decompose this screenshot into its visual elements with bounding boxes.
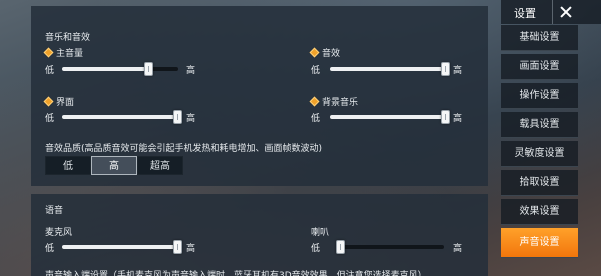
diamond-icon <box>309 96 320 107</box>
microphone-slider[interactable] <box>62 240 182 254</box>
sound-quality-description: 音效品质(高品质音效可能会引起手机发热和耗电增加、画面帧数波动) <box>45 144 323 154</box>
interface-slider[interactable] <box>62 110 182 124</box>
range-min-label: 低 <box>311 244 321 254</box>
slider-fill <box>330 67 448 71</box>
slider-fill <box>330 115 448 119</box>
master-volume-slider[interactable] <box>62 62 178 76</box>
range-max-label: 高 <box>453 114 463 124</box>
range-min-label: 低 <box>45 244 55 254</box>
sound-quality-selector: 低 高 超高 <box>45 156 183 175</box>
slider-label-interface: 界面 <box>43 95 74 108</box>
section-title-voice: 语音 <box>45 206 64 216</box>
range-min-label: 低 <box>45 114 55 124</box>
section-title-music: 音乐和音效 <box>45 33 91 43</box>
range-max-label: 高 <box>186 114 196 124</box>
range-max-label: 高 <box>186 244 196 254</box>
range-min-label: 低 <box>311 66 321 76</box>
diamond-icon <box>309 47 320 58</box>
range-max-label: 高 <box>453 244 463 254</box>
sidebar-item-effects[interactable]: 效果设置 <box>501 199 578 225</box>
slider-handle[interactable] <box>441 62 450 76</box>
range-max-label: 高 <box>453 66 463 76</box>
sidebar-item-sound[interactable]: 声音设置 <box>501 228 578 258</box>
sidebar-header: 设置 <box>501 0 601 24</box>
sidebar-item-sensitivity[interactable]: 灵敏度设置 <box>501 141 578 167</box>
sidebar-item-vehicle[interactable]: 载具设置 <box>501 112 578 138</box>
slider-fill <box>62 115 180 119</box>
speaker-slider[interactable] <box>336 240 444 254</box>
quality-option-ultra[interactable]: 超高 <box>137 156 183 175</box>
slider-fill <box>62 67 149 71</box>
sound-effects-slider[interactable] <box>330 62 450 76</box>
slider-handle[interactable] <box>336 240 345 254</box>
diamond-icon <box>43 96 54 107</box>
sidebar-item-basic[interactable]: 基础设置 <box>501 25 578 51</box>
slider-handle[interactable] <box>441 110 450 124</box>
slider-label-speaker: 喇叭 <box>311 228 330 238</box>
voice-settings-panel <box>31 194 488 276</box>
slider-handle[interactable] <box>173 110 182 124</box>
range-max-label: 高 <box>186 66 196 76</box>
diamond-icon <box>43 47 54 58</box>
close-icon[interactable] <box>552 0 578 24</box>
sidebar-item-graphics[interactable]: 画面设置 <box>501 54 578 80</box>
settings-title: 设置 <box>514 7 536 20</box>
input-device-setting-text: 声音输入端设置（手机麦克风为声音输入端时，蓝牙耳机有3D音效效果，但注意您选择麦… <box>45 271 427 276</box>
range-min-label: 低 <box>311 114 321 124</box>
slider-handle[interactable] <box>144 62 153 76</box>
quality-option-low[interactable]: 低 <box>45 156 91 175</box>
settings-sidebar: 设置 基础设置 画面设置 操作设置 载具设置 灵敏度设置 拾取设置 效果设置 声… <box>501 0 601 276</box>
slider-fill <box>62 245 180 249</box>
sidebar-item-controls[interactable]: 操作设置 <box>501 83 578 109</box>
background-music-slider[interactable] <box>330 110 450 124</box>
quality-option-high[interactable]: 高 <box>91 156 137 175</box>
slider-label-sound-effects: 音效 <box>309 46 340 59</box>
slider-label-background-music: 背景音乐 <box>309 95 358 108</box>
sidebar-item-pickup[interactable]: 拾取设置 <box>501 170 578 196</box>
range-min-label: 低 <box>45 66 55 76</box>
slider-handle[interactable] <box>173 240 182 254</box>
slider-label-microphone: 麦克风 <box>45 228 73 238</box>
slider-label-master-volume: 主音量 <box>43 46 83 59</box>
